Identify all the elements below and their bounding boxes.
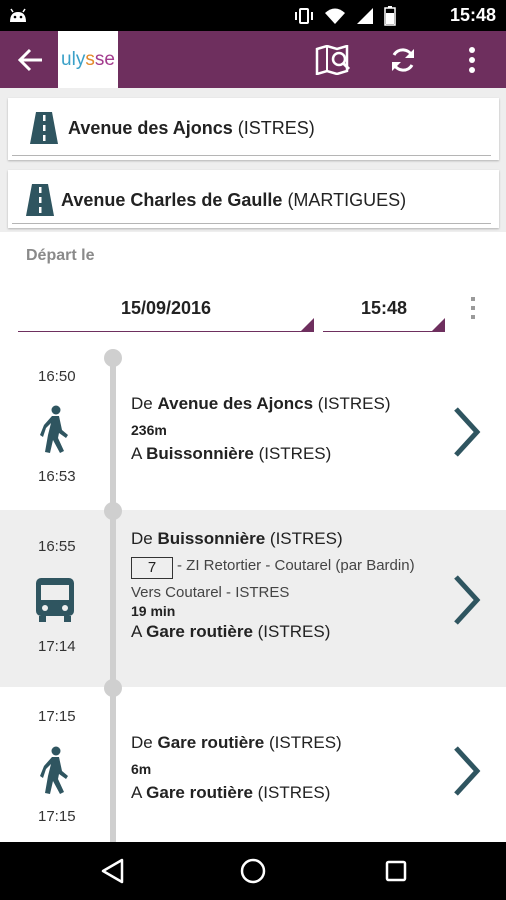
to-name: Gare routière: [146, 622, 253, 641]
destination-address: Avenue Charles de Gaulle (MARTIGUES): [61, 190, 406, 211]
pedestrian-icon: [40, 746, 68, 794]
departure-time-picker[interactable]: 15:48: [323, 292, 445, 332]
departure-time: 15:48: [360, 298, 408, 318]
map-search-icon: [315, 45, 351, 75]
road-icon: [26, 184, 54, 216]
vibrate-icon: [295, 8, 313, 24]
from-name: Gare routière: [157, 733, 265, 752]
step-distance: 6m: [131, 761, 152, 777]
origin-name: Avenue des Ajoncs: [68, 118, 233, 138]
logo-part: u: [61, 48, 72, 70]
to-prefix: A: [131, 444, 142, 463]
step-from: De Gare routière (ISTRES): [131, 733, 342, 753]
itinerary-step-walk[interactable]: 16:50 16:53 De Avenue des Ajoncs (ISTRES…: [0, 345, 506, 510]
from-name: Buissonnière: [157, 529, 266, 548]
from-city: (ISTRES): [268, 733, 342, 752]
to-name: Buissonnière: [146, 444, 254, 463]
dropdown-corner-icon: [301, 318, 314, 331]
nav-recents-icon[interactable]: [381, 856, 411, 886]
logo-part: ly: [71, 48, 86, 70]
step-duration: 19 min: [131, 603, 176, 619]
bus-line-info: 7 - ZI Retortier - Coutarel (par Bardin): [131, 557, 421, 579]
chevron-right-icon[interactable]: [450, 574, 482, 626]
chevron-right-icon[interactable]: [450, 406, 482, 458]
to-prefix: A: [131, 622, 142, 641]
options-menu-icon[interactable]: [466, 294, 480, 324]
logo-part: se: [94, 48, 115, 70]
step-details: De Gare routière (ISTRES) 6m A Gare rout…: [131, 733, 342, 803]
refresh-button[interactable]: [383, 41, 423, 79]
step-start-time: 16:55: [38, 538, 76, 555]
destination-city: (MARTIGUES): [287, 190, 407, 210]
app-toolbar: u ly s se: [0, 31, 506, 88]
step-end-time: 17:15: [38, 808, 76, 825]
bus-line-name: - ZI Retortier - Coutarel (par Bardin): [177, 557, 415, 574]
origin-field[interactable]: Avenue des Ajoncs (ISTRES): [8, 98, 499, 160]
itinerary-step-bus[interactable]: 16:55 17:14 De Buissonnière (ISTRES) 7 -…: [0, 502, 506, 687]
signal-icon: [357, 8, 373, 24]
departure-label: Départ le: [26, 247, 95, 264]
step-end-time: 17:14: [38, 638, 76, 655]
step-start-time: 17:15: [38, 708, 76, 725]
timeline-node: [104, 679, 122, 697]
to-city: (ISTRES): [258, 444, 332, 463]
bus-line-number: 7: [131, 557, 173, 579]
step-to: A Gare routière (ISTRES): [131, 622, 421, 642]
status-clock: 15:48: [449, 5, 496, 25]
overflow-menu-icon: [469, 47, 475, 73]
wifi-icon: [325, 8, 345, 24]
itinerary-steps: 16:50 16:53 De Avenue des Ajoncs (ISTRES…: [0, 345, 506, 842]
step-end-time: 16:53: [38, 468, 76, 485]
step-start-time: 16:50: [38, 368, 76, 385]
bus-direction: Vers Coutarel - ISTRES: [131, 584, 290, 601]
origin-address: Avenue des Ajoncs (ISTRES): [68, 118, 315, 139]
departure-date-picker[interactable]: 15/09/2016: [18, 292, 314, 332]
from-city: (ISTRES): [317, 394, 391, 413]
chevron-right-icon[interactable]: [450, 745, 482, 797]
from-prefix: De: [131, 529, 153, 548]
route-addresses: Avenue des Ajoncs (ISTRES) Avenue Charle…: [0, 88, 506, 232]
field-underline: [12, 155, 491, 156]
map-search-button[interactable]: [314, 41, 354, 79]
from-city: (ISTRES): [269, 529, 343, 548]
back-arrow-icon[interactable]: [16, 45, 46, 75]
departure-date: 15/09/2016: [120, 298, 212, 318]
system-nav-bar: [0, 842, 506, 900]
overflow-menu-button[interactable]: [452, 41, 492, 79]
logo-part: s: [85, 48, 95, 70]
nav-home-icon[interactable]: [238, 856, 268, 886]
from-prefix: De: [131, 394, 153, 413]
refresh-icon: [392, 48, 414, 72]
step-distance: 236m: [131, 422, 167, 438]
step-to: A Gare routière (ISTRES): [131, 783, 342, 803]
timeline-node: [104, 349, 122, 367]
pedestrian-icon: [40, 405, 68, 453]
from-name: Avenue des Ajoncs: [157, 394, 314, 413]
to-city: (ISTRES): [257, 622, 331, 641]
timeline-line: [110, 510, 116, 687]
to-name: Gare routière: [146, 783, 253, 802]
bus-icon: [36, 578, 74, 622]
step-details: De Avenue des Ajoncs (ISTRES) 236m A Bui…: [131, 394, 391, 464]
step-from: De Buissonnière (ISTRES): [131, 529, 421, 549]
dropdown-corner-icon: [432, 318, 445, 331]
from-prefix: De: [131, 733, 153, 752]
android-icon: [10, 8, 26, 22]
destination-field[interactable]: Avenue Charles de Gaulle (MARTIGUES): [8, 170, 499, 228]
step-from: De Avenue des Ajoncs (ISTRES): [131, 394, 391, 414]
nav-back-icon[interactable]: [98, 856, 128, 886]
step-details: De Buissonnière (ISTRES) 7 - ZI Retortie…: [131, 529, 421, 642]
road-icon: [30, 112, 58, 144]
battery-icon: [384, 6, 396, 26]
to-prefix: A: [131, 783, 142, 802]
itinerary-step-walk[interactable]: 17:15 17:15 De Gare routière (ISTRES) 6m…: [0, 679, 506, 842]
field-underline: [12, 223, 491, 224]
destination-name: Avenue Charles de Gaulle: [61, 190, 283, 210]
step-to: A Buissonnière (ISTRES): [131, 444, 391, 464]
app-logo: u ly s se: [58, 31, 118, 88]
to-city: (ISTRES): [257, 783, 331, 802]
status-bar: 15:48: [0, 0, 506, 31]
origin-city: (ISTRES): [237, 118, 315, 138]
